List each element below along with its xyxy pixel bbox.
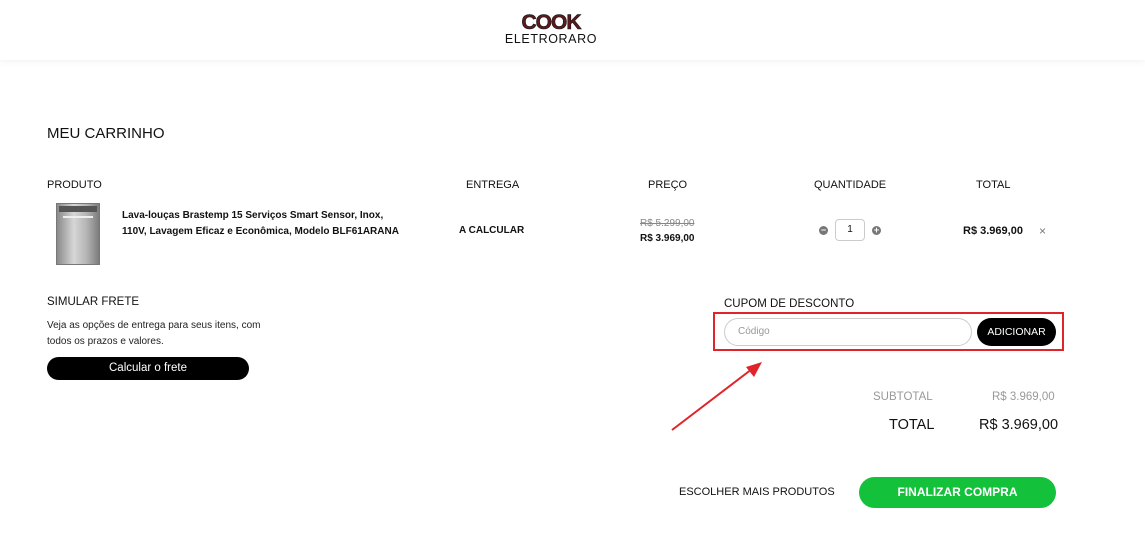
site-header: COOK ELETRORARO — [0, 0, 1145, 60]
increase-quantity-icon[interactable]: + — [872, 226, 881, 235]
column-header-quantity: QUANTIDADE — [814, 179, 887, 191]
product-image[interactable] — [56, 203, 100, 265]
subtotal-value: R$ 3.969,00 — [992, 391, 1055, 403]
product-price: R$ 3.969,00 — [640, 233, 695, 244]
total-value: R$ 3.969,00 — [979, 417, 1059, 433]
total-label: TOTAL — [889, 417, 935, 433]
subtotal-label: SUBTOTAL — [873, 391, 933, 403]
column-header-price: PREÇO — [648, 179, 688, 191]
product-old-price: R$ 5.299,00 — [640, 218, 695, 229]
remove-item-icon[interactable]: × — [1039, 224, 1046, 238]
row-total: R$ 3.969,00 — [963, 225, 1023, 237]
brand-logo[interactable]: COOK ELETRORARO — [503, 11, 599, 47]
delivery-status: A CALCULAR — [459, 225, 525, 236]
shipping-description: Veja as opções de entrega para seus iten… — [47, 320, 261, 347]
annotation-arrow-icon — [671, 362, 762, 431]
page-title: MEU CARRINHO — [47, 125, 165, 142]
calculate-shipping-button[interactable]: Calcular o frete — [47, 357, 249, 380]
column-header-delivery: ENTREGA — [466, 179, 520, 191]
logo-top-text: COOK — [521, 11, 582, 34]
checkout-button[interactable]: FINALIZAR COMPRA — [859, 477, 1056, 508]
coupon-code-input[interactable]: Código — [724, 318, 972, 346]
more-products-link[interactable]: ESCOLHER MAIS PRODUTOS — [679, 486, 835, 498]
add-coupon-button[interactable]: ADICIONAR — [977, 318, 1056, 346]
column-header-product: PRODUTO — [47, 179, 102, 191]
column-header-total: TOTAL — [976, 179, 1011, 191]
coupon-title: CUPOM DE DESCONTO — [724, 298, 855, 310]
quantity-input[interactable]: 1 — [835, 219, 865, 241]
product-name-link[interactable]: Lava-louças Brastemp 15 Serviços Smart S… — [122, 208, 402, 239]
shipping-title: SIMULAR FRETE — [47, 296, 140, 308]
logo-bottom-text: ELETRORARO — [504, 32, 598, 46]
decrease-quantity-icon[interactable]: − — [819, 226, 828, 235]
